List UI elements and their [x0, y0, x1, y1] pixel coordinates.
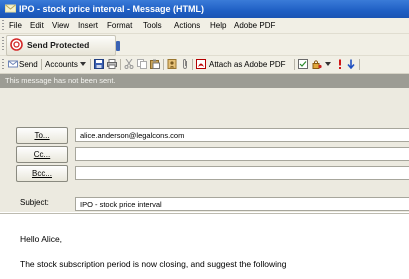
body-greeting: Hello Alice, — [20, 234, 63, 244]
cc-button-label: Cc... — [33, 150, 51, 159]
cut-icon[interactable] — [124, 59, 134, 69]
menu-edit[interactable]: Edit — [30, 20, 44, 31]
permission-icon[interactable] — [312, 59, 322, 69]
paperclip-icon[interactable] — [180, 59, 190, 69]
subject-label: Subject: — [20, 198, 49, 207]
to-button[interactable]: To... — [16, 127, 68, 144]
attach-as-adobe-pdf-button[interactable]: Attach as Adobe PDF — [209, 58, 286, 71]
protect-toolbar: Send Protected — [0, 34, 409, 56]
send-protected-button[interactable]: Send Protected — [6, 35, 116, 56]
info-bar: This message has not been sent. — [0, 74, 409, 88]
send-button[interactable]: Send — [19, 58, 38, 71]
window-title: IPO - stock price interval - Message (HT… — [19, 4, 205, 14]
adobe-pdf-icon — [196, 59, 206, 69]
menu-tools[interactable]: Tools — [143, 20, 162, 31]
message-header-panel: To... alice.anderson@legalcons.com Cc...… — [0, 88, 409, 212]
protect-icon — [10, 38, 23, 51]
envelope-icon — [5, 3, 16, 14]
toolbar-separator — [90, 59, 91, 70]
subject-field[interactable]: IPO - stock price interval — [75, 197, 409, 211]
menu-help[interactable]: Help — [210, 20, 226, 31]
toolbar-separator — [359, 59, 360, 70]
menu-view[interactable]: View — [52, 20, 69, 31]
send-icon — [8, 59, 18, 69]
menu-format[interactable]: Format — [107, 20, 132, 31]
send-protected-label: Send Protected — [27, 40, 90, 50]
address-book-icon[interactable] — [167, 59, 177, 69]
accounts-button[interactable]: Accounts — [45, 58, 78, 71]
high-importance-icon[interactable] — [335, 59, 345, 69]
bcc-button-label: Bcc... — [31, 169, 52, 178]
cc-button[interactable]: Cc... — [16, 146, 68, 163]
check-names-icon[interactable] — [298, 59, 308, 69]
bcc-field[interactable] — [75, 166, 409, 180]
toolbar-separator — [192, 59, 193, 70]
menu-adobe-pdf[interactable]: Adobe PDF — [234, 20, 275, 31]
menu-insert[interactable]: Insert — [78, 20, 98, 31]
menu-grip[interactable] — [2, 20, 4, 31]
to-field[interactable]: alice.anderson@legalcons.com — [75, 128, 409, 142]
toolbar-separator — [163, 59, 164, 70]
toolbar-separator — [120, 59, 121, 70]
to-button-label: To... — [34, 131, 50, 140]
menu-bar: File Edit View Insert Format Tools Actio… — [0, 18, 409, 34]
message-body[interactable]: Hello Alice, The stock subscription peri… — [0, 213, 409, 279]
chevron-down-icon — [80, 62, 86, 66]
menu-file[interactable]: File — [9, 20, 22, 31]
menu-actions[interactable]: Actions — [174, 20, 200, 31]
copy-icon[interactable] — [137, 59, 147, 69]
cc-field[interactable] — [75, 147, 409, 161]
toolbar-grip[interactable] — [2, 37, 4, 52]
toolbar-options-chevron[interactable] — [116, 41, 120, 51]
body-text-line: The stock subscription period is now clo… — [20, 259, 287, 269]
title-bar[interactable]: IPO - stock price interval - Message (HT… — [0, 0, 409, 18]
standard-toolbar: Send Accounts Attach as Adobe PDF — [0, 56, 409, 74]
chevron-down-icon[interactable] — [325, 62, 331, 66]
paste-icon[interactable] — [150, 59, 160, 69]
save-icon[interactable] — [94, 59, 104, 69]
toolbar-grip-2[interactable] — [2, 59, 4, 70]
not-sent-notice: This message has not been sent. — [5, 76, 116, 85]
toolbar-separator — [294, 59, 295, 70]
toolbar-separator — [41, 59, 42, 70]
outlook-message-window: IPO - stock price interval - Message (HT… — [0, 0, 409, 279]
low-importance-icon[interactable] — [346, 59, 356, 69]
bcc-button[interactable]: Bcc... — [16, 165, 68, 182]
print-icon[interactable] — [107, 59, 117, 69]
